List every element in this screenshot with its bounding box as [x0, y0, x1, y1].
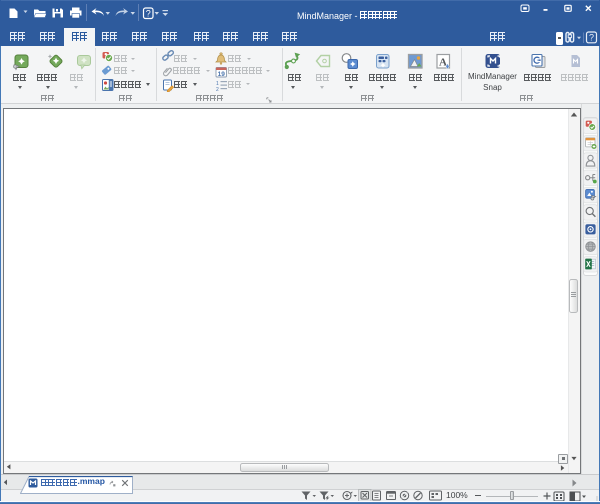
- svg-text:?: ?: [146, 9, 151, 19]
- svg-text:?: ?: [589, 33, 594, 43]
- svg-text:19: 19: [218, 71, 226, 78]
- svg-text:2: 2: [216, 87, 219, 92]
